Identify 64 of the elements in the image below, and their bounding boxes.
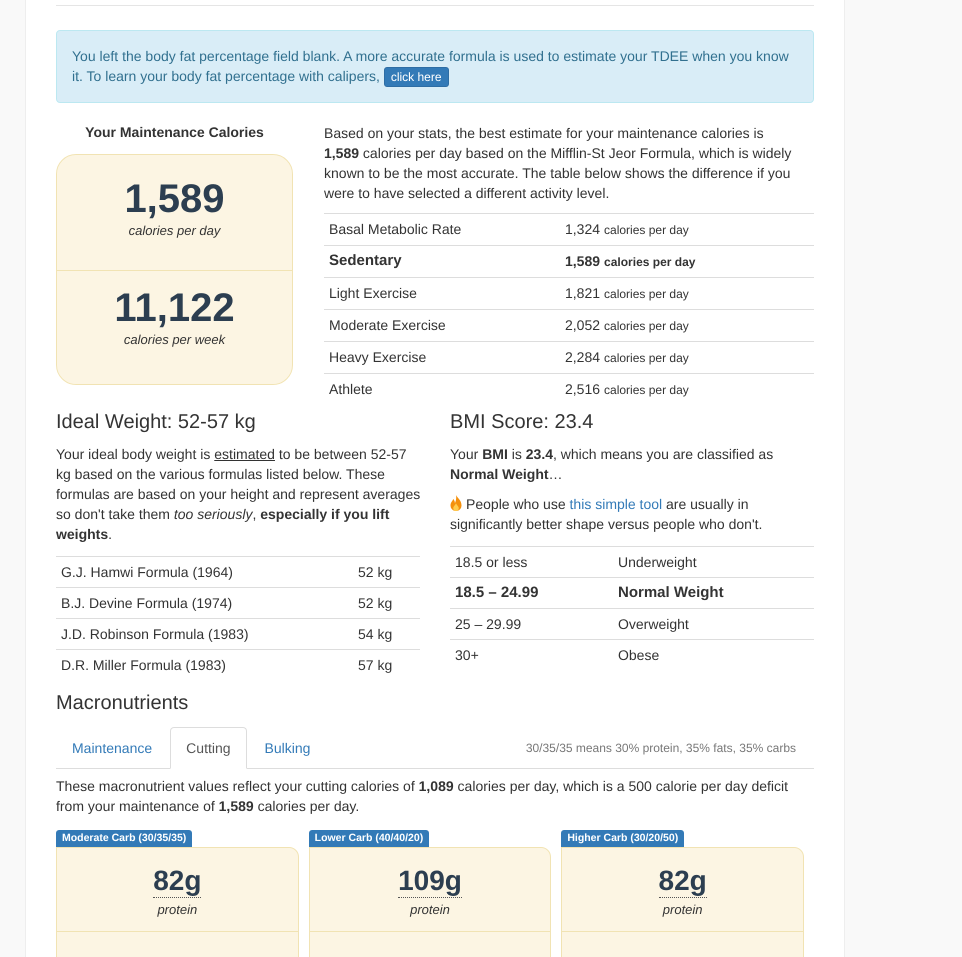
plan-label: Moderate Carb (30/35/35): [56, 830, 192, 847]
calorie-value: 2,284: [565, 348, 600, 367]
plan-tab[interactable]: Maintenance: [56, 727, 168, 769]
maintenance-description: Based on your stats, the best estimate for your maintenance calories is 1,589 calories per day based on the Mifflin-St Jeor Formula, which is widely known to be the most accurate. The table below shows the difference if you were to have selected a different activity level.: [324, 124, 792, 203]
formula-name: D.R. Miller Formula (1983): [61, 656, 227, 675]
bmi-range: 18.5 or less: [455, 553, 528, 572]
formula-weight: 52 kg: [358, 563, 394, 582]
calorie-unit: calories per day: [604, 318, 689, 335]
formula-weight: 54 kg: [358, 625, 394, 644]
activity-label: Moderate Exercise: [329, 316, 447, 335]
formula-weight: 57 kg: [358, 656, 394, 675]
bmi-range: 25 – 29.99: [455, 615, 522, 634]
activity-label: Light Exercise: [329, 284, 418, 303]
activity-label: Athlete: [329, 380, 374, 399]
bmi-category: Normal Weight: [618, 583, 725, 603]
simple-tool-link[interactable]: this simple tool: [570, 496, 662, 512]
plan-tab[interactable]: Bulking: [248, 727, 326, 769]
macronutrients-description: These macronutrient values reflect your cutting calories of 1,089 calories per day, which is a 500 calorie per day deficit from your maintenance of 1,589 calories per day.: [56, 777, 790, 816]
formula-name: J.D. Robinson Formula (1983): [61, 625, 250, 644]
protein-amount: 82g: [153, 865, 202, 898]
formula-name: B.J. Devine Formula (1974): [61, 594, 234, 613]
calorie-unit: calories per day: [604, 254, 696, 271]
protein-amount: 82g: [658, 865, 707, 898]
bmi-range: 18.5 – 24.99: [455, 583, 540, 603]
protein-unit: protein: [662, 902, 703, 918]
calorie-value: 1,324: [565, 220, 600, 239]
ideal-weight-description: Your ideal body weight is estimated to be between 52-57 kg based on the various formulas listed below. These formulas are based on your height and represent averages so don't take them too seriously, especially if you lift weights.: [56, 445, 422, 544]
activity-label: Basal Metabolic Rate: [329, 220, 462, 239]
ideal-weight-heading: Ideal Weight: 52-57 kg: [56, 410, 257, 434]
activity-label: Heavy Exercise: [329, 348, 428, 367]
protein-unit: protein: [157, 902, 198, 918]
weekly-calories-unit: calories per week: [124, 331, 226, 349]
maintenance-heading: Your Maintenance Calories: [84, 123, 265, 141]
protein-unit: protein: [410, 902, 450, 918]
plan-label: Higher Carb (30/20/50): [561, 830, 684, 847]
bmi-range: 30+: [455, 646, 480, 665]
click-here-button[interactable]: click here: [384, 67, 448, 87]
daily-calories-unit: calories per day: [128, 222, 220, 240]
formula-name: G.J. Hamwi Formula (1964): [61, 563, 234, 582]
plan-label: Lower Carb (40/40/20): [308, 830, 430, 847]
ratio-note: 30/35/35 means 30% protein, 35% fats, 35% carbs: [526, 740, 797, 756]
bmi-description: Your BMI is 23.4, which means you are classified as Normal Weight…: [450, 445, 774, 484]
calorie-value: 1,589: [565, 252, 600, 271]
calorie-value: 1,821: [565, 284, 600, 303]
protein-amount: 109g: [398, 865, 462, 898]
weekly-calories: 11,122: [114, 285, 235, 331]
plan-tab[interactable]: Cutting: [170, 727, 247, 769]
flame-icon: [450, 495, 462, 511]
formula-weight: 52 kg: [358, 594, 394, 613]
bmi-category: Overweight: [618, 615, 690, 634]
bmi-heading: BMI Score: 23.4: [450, 410, 594, 434]
calorie-unit: calories per day: [604, 222, 689, 239]
calorie-value: 2,052: [565, 316, 600, 335]
daily-calories: 1,589: [124, 176, 225, 222]
macronutrients-heading: Macronutrients: [56, 691, 190, 715]
alert-message: You left the body fat percentage field blank. A more accurate formula is used to estimate your TDEE when you know it. To learn your body fat percentage with calipers, click here: [72, 46, 798, 87]
calorie-unit: calories per day: [604, 286, 689, 303]
calorie-unit: calories per day: [604, 382, 689, 399]
bmi-category: Obese: [618, 646, 660, 665]
activity-label: Sedentary: [329, 251, 403, 271]
tool-promo: People who use this simple tool are usually in significantly better shape versus people who don't.: [450, 494, 764, 534]
calorie-value: 2,516: [565, 380, 600, 399]
calorie-unit: calories per day: [604, 350, 689, 367]
bmi-category: Underweight: [618, 553, 698, 572]
